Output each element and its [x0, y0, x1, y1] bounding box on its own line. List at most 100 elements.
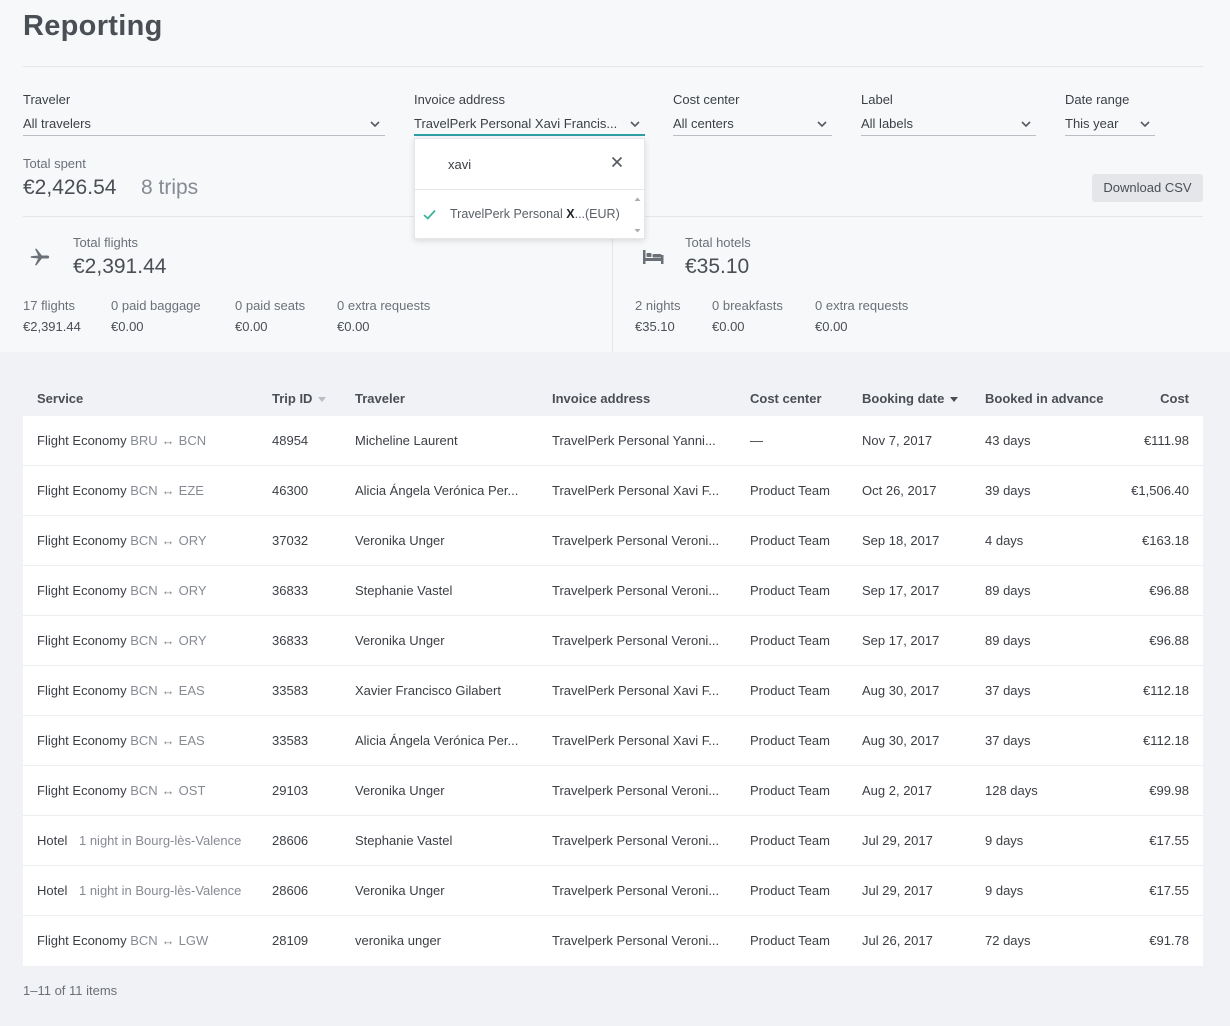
pagination-info: 1–11 of 11 items	[23, 983, 118, 998]
table-row[interactable]: Flight Economy BCN ↔ ORY 36833 Veronika Unge…	[23, 616, 1203, 666]
route-to: ORY	[178, 633, 207, 648]
roundtrip-icon: ↔	[161, 483, 175, 498]
metric-value: €0.00	[337, 319, 370, 334]
cost-center-cell: Product Team	[750, 683, 830, 698]
traveler-filter[interactable]: Traveler All travelers	[23, 92, 385, 136]
traveler-cell: Stephanie Vastel	[355, 833, 453, 848]
table-row[interactable]: Flight Economy BCN ↔ EZE 46300 Alicia Ángela…	[23, 466, 1203, 516]
route-from: BCN	[130, 933, 158, 948]
traveler-cell: Micheline Laurent	[355, 433, 458, 448]
roundtrip-icon: ↔	[161, 683, 175, 698]
invoice-filter[interactable]: Invoice address TravelPerk Personal Xavi…	[414, 92, 645, 136]
table-row[interactable]: Flight Economy BCN ↔ ORY 37032 Veronika Unge…	[23, 516, 1203, 566]
date-range-filter-label: Date range	[1065, 92, 1130, 107]
metric-value: €35.10	[635, 319, 675, 334]
route-from: BCN	[130, 733, 158, 748]
table-row[interactable]: Flight Economy BCN ↔ OST 29103 Veronika Unge…	[23, 766, 1203, 816]
cost-cell: €17.55	[1149, 883, 1189, 898]
trip-id-cell: 28109	[272, 933, 309, 948]
roundtrip-icon: ↔	[161, 733, 175, 748]
metric-value: €0.00	[712, 319, 745, 334]
chevron-down-icon	[1021, 121, 1031, 128]
roundtrip-icon: ↔	[161, 933, 175, 948]
booked-in-advance-cell: 89 days	[985, 633, 1031, 648]
cost-center-cell: —	[750, 433, 763, 448]
label-filter[interactable]: Label All labels	[861, 92, 1036, 136]
cost-center-cell: Product Team	[750, 783, 830, 798]
roundtrip-icon: ↔	[161, 583, 175, 598]
trip-id-cell: 36833	[272, 633, 309, 648]
service-type: Hotel	[37, 833, 68, 848]
booking-date-cell: Sep 17, 2017	[862, 583, 940, 598]
header-booking-date-label: Booking date	[862, 391, 945, 406]
header-traveler[interactable]: Traveler	[355, 391, 405, 406]
booking-date-cell: Oct 26, 2017	[862, 483, 937, 498]
table-row[interactable]: Hotel 1 night in Bourg-lès-Valence 28606 V…	[23, 866, 1203, 916]
service-type: Flight Economy	[37, 583, 127, 598]
label-select[interactable]: All labels	[861, 114, 1036, 136]
traveler-cell: veronika unger	[355, 933, 441, 948]
booking-date-cell: Aug 30, 2017	[862, 733, 940, 748]
date-range-select-value: This year	[1065, 116, 1119, 131]
table-row[interactable]: Flight Economy BCN ↔ ORY 36833 Stephanie Vas…	[23, 566, 1203, 616]
traveler-select[interactable]: All travelers	[23, 114, 385, 136]
table-row[interactable]: Flight Economy BCN ↔ EAS 33583 Alicia Ángela…	[23, 716, 1203, 766]
header-invoice-address[interactable]: Invoice address	[552, 391, 650, 406]
service-cell: Hotel 1 night in Bourg-lès-Valence	[37, 833, 262, 848]
header-booked-in-advance[interactable]: Booked in advance	[985, 391, 1103, 406]
service-type: Flight Economy	[37, 683, 127, 698]
route-to: BCN	[178, 433, 207, 448]
invoice-address-cell: Travelperk Personal Veroni...	[552, 933, 720, 948]
roundtrip-icon: ↔	[161, 433, 175, 448]
header-trip-id-label: Trip ID	[272, 391, 313, 406]
close-icon[interactable]	[611, 156, 623, 168]
trip-id-cell: 36833	[272, 583, 309, 598]
date-range-filter[interactable]: Date range This year	[1065, 92, 1155, 136]
cost-cell: €163.18	[1142, 533, 1189, 548]
table-row[interactable]: Hotel 1 night in Bourg-lès-Valence 28606 S…	[23, 816, 1203, 866]
hotel-detail: 1 night in Bourg-lès-Valence	[78, 883, 242, 898]
service-cell: Flight Economy BCN ↔ EZE	[37, 483, 262, 498]
cost-center-cell: Product Team	[750, 933, 830, 948]
chevron-down-icon	[817, 121, 827, 128]
invoice-option[interactable]: TravelPerk Personal X...(EUR)	[415, 191, 631, 239]
table-row[interactable]: Flight Economy BCN ↔ LGW 28109 veronika unge…	[23, 916, 1203, 966]
booking-date-cell: Jul 29, 2017	[862, 883, 933, 898]
download-csv-button[interactable]: Download CSV	[1092, 174, 1203, 202]
total-flights-amount: €2,391.44	[73, 255, 167, 278]
cost-cell: €17.55	[1149, 833, 1189, 848]
cost-cell: €91.78	[1149, 933, 1189, 948]
service-type: Flight Economy	[37, 933, 127, 948]
roundtrip-icon: ↔	[161, 633, 175, 648]
booked-in-advance-cell: 89 days	[985, 583, 1031, 598]
header-cost-center[interactable]: Cost center	[750, 391, 822, 406]
service-cell: Flight Economy BCN ↔ LGW	[37, 933, 262, 948]
invoice-search-input[interactable]	[448, 155, 598, 173]
dropdown-scrollbar[interactable]	[631, 191, 644, 239]
invoice-address-cell: TravelPerk Personal Xavi F...	[552, 483, 720, 498]
booking-date-cell: Aug 2, 2017	[862, 783, 933, 798]
invoice-select[interactable]: TravelPerk Personal Xavi Francis...	[414, 114, 645, 136]
header-booking-date[interactable]: Booking date	[862, 391, 959, 406]
cost-center-filter[interactable]: Cost center All centers	[673, 92, 832, 136]
dropdown-search	[415, 139, 644, 190]
header-cost[interactable]: Cost	[1160, 391, 1189, 406]
flights-count-metric: 17 flights €2,391.44	[23, 298, 81, 334]
table-row[interactable]: Flight Economy BCN ↔ EAS 33583 Xavier Franci…	[23, 666, 1203, 716]
invoice-address-cell: Travelperk Personal Veroni...	[552, 883, 720, 898]
route-to: LGW	[178, 933, 209, 948]
table-row[interactable]: Flight Economy BRU ↔ BCN 48954 Micheline Lau…	[23, 416, 1203, 466]
header-service[interactable]: Service	[37, 391, 83, 406]
date-range-select[interactable]: This year	[1065, 114, 1155, 136]
cost-center-select[interactable]: All centers	[673, 114, 832, 136]
service-type: Flight Economy	[37, 433, 127, 448]
booked-in-advance-cell: 39 days	[985, 483, 1031, 498]
cost-center-cell: Product Team	[750, 883, 830, 898]
header-trip-id[interactable]: Trip ID	[272, 391, 327, 406]
option-text: TravelPerk Personal	[450, 207, 567, 221]
total-trips-count: 8 trips	[141, 176, 199, 199]
invoice-address-cell: TravelPerk Personal Xavi F...	[552, 733, 720, 748]
flights-extra-requests-metric: 0 extra requests €0.00	[337, 298, 430, 334]
sort-icon	[950, 396, 959, 402]
service-type: Flight Economy	[37, 533, 127, 548]
